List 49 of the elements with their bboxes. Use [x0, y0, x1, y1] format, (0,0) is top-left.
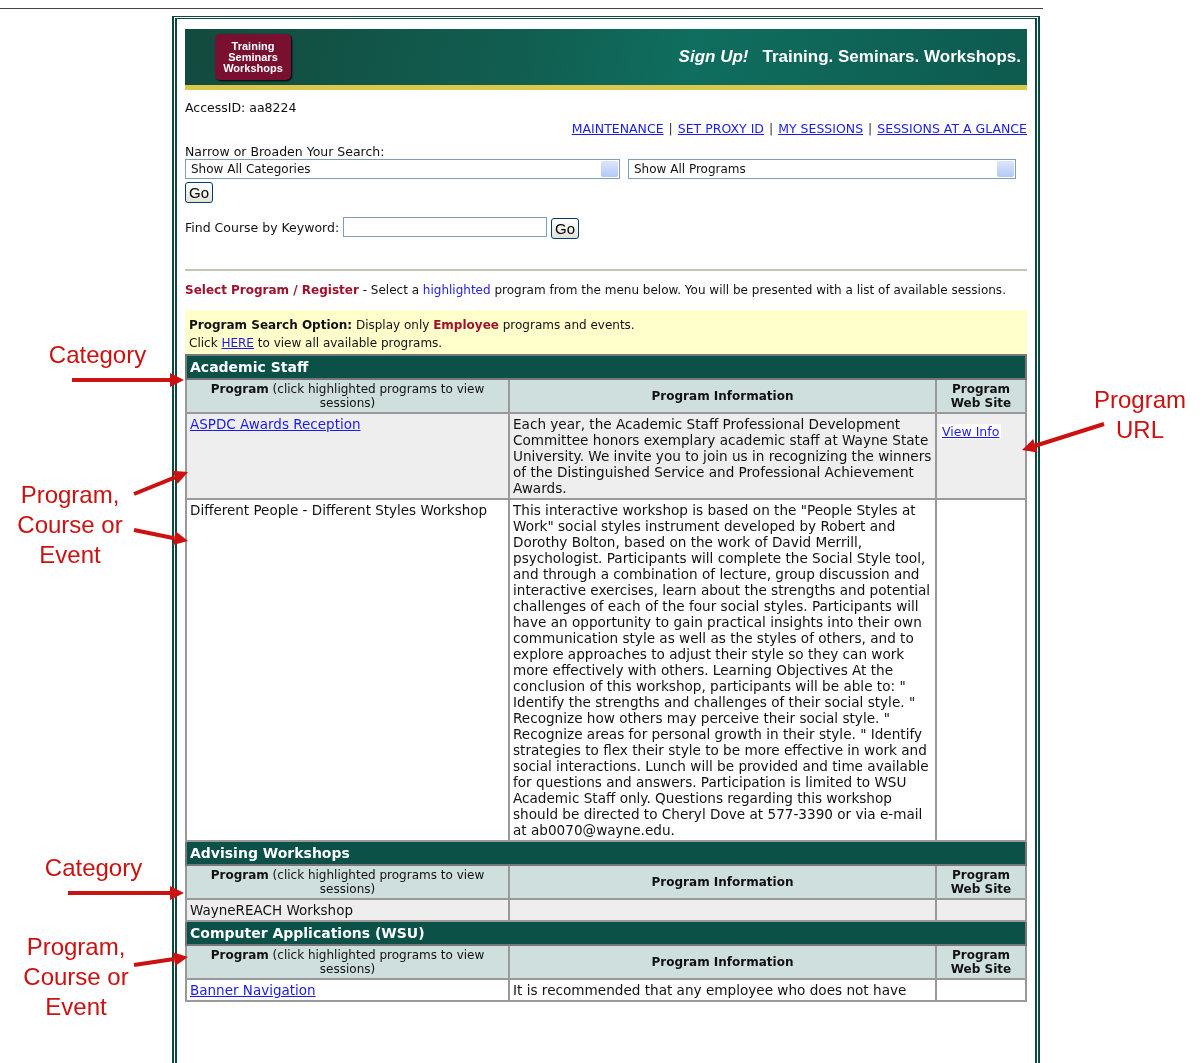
category-dropdown[interactable]: Show All Categories	[185, 159, 620, 179]
nav-link[interactable]: SET PROXY ID	[677, 121, 764, 136]
callout-label: Program URL	[1093, 385, 1187, 445]
program-name: WayneREACH Workshop	[190, 902, 353, 918]
callout-arrow	[133, 528, 188, 546]
column-header: Program Information	[509, 945, 936, 979]
search-label: Narrow or Broaden Your Search:	[185, 144, 386, 159]
instructions: Select Program / Register - Select a highlighted program from the menu below. You will be presented with a list of available sessions.	[185, 283, 1007, 297]
column-header: Program Information	[509, 379, 936, 413]
column-header: Program Web Site	[936, 379, 1026, 413]
access-id: AccessID: aa8224	[185, 100, 298, 115]
callout-arrow	[133, 470, 188, 496]
category-header: Advising Workshops	[186, 841, 1026, 865]
column-header: Program Web Site	[936, 865, 1026, 899]
program-link[interactable]: ASPDC Awards Reception	[190, 416, 361, 432]
link-separator: |	[868, 121, 873, 136]
nav-link[interactable]: SESSIONS AT A GLANCE	[877, 121, 1027, 136]
callout-label: Category	[43, 853, 144, 883]
tagline: Training. Seminars. Workshops.	[762, 47, 1021, 67]
link-separator: |	[769, 121, 774, 136]
callout-arrow	[133, 952, 188, 967]
here-link[interactable]: HERE	[221, 336, 254, 350]
column-header: Program (click highlighted programs to view sessions)	[186, 865, 509, 899]
program-info: Each year, the Academic Staff Professional Development Committee honors exemplary academic staff at Wayne State University. We invite you to join us in recognizing the winners of the Distinguished Service and Professional Achievement Awards.	[513, 416, 932, 496]
nav-link[interactable]: MY SESSIONS	[778, 121, 864, 136]
category-header: Computer Applications (WSU)	[186, 921, 1026, 945]
program-name: Different People - Different Styles Workshop	[190, 502, 488, 518]
column-header: Program Web Site	[936, 945, 1026, 979]
go-button[interactable]: Go	[551, 218, 580, 239]
nav-link[interactable]: MAINTENANCE	[571, 121, 664, 136]
view-info-link[interactable]: View Info	[940, 424, 1002, 439]
column-header: Program Information	[509, 865, 936, 899]
column-header: Program (click highlighted programs to view sessions)	[186, 379, 509, 413]
program-dropdown[interactable]: Show All Programs	[628, 159, 1016, 179]
callout-label: Category	[47, 340, 148, 370]
column-header: Program (click highlighted programs to view sessions)	[186, 945, 509, 979]
category-header: Academic Staff	[186, 355, 1026, 379]
callout-label: Program, Course or Event	[16, 480, 124, 570]
keyword-label: Find Course by Keyword:	[185, 219, 340, 235]
tagline-lead: Sign Up!	[678, 47, 749, 67]
notice-text: Click HERE to view all available programs.	[189, 335, 444, 352]
logo[interactable]: Training Seminars Workshops	[215, 34, 291, 80]
callout-label: Program, Course or Event	[22, 932, 130, 1022]
keyword-field[interactable]	[343, 217, 548, 237]
link-separator: |	[668, 121, 673, 136]
program-info: It is recommended that any employee who does not have	[513, 982, 907, 998]
go-button[interactable]: Go	[185, 182, 213, 203]
notice-text: Program Search Option: Display only Employee programs and events.	[189, 317, 636, 334]
program-info: This interactive workshop is based on the "People Styles at Work" social styles instrument developed by Robert and Dorothy Bolton, based on the work of David Merrill, psychologist. Participants will complete the Social Style tool, and through a combination of lecture, group discussion and interactive exercises, learn about the strengths and potential challenges of each of the four social styles. Participants will have an opportunity to gain practical insights into their own communication style as well as the styles of others, and to explore approaches to adjust their style so they can work more effectively with others. Learning Objectives At the conclusion of this workshop, participants will be able to: " Identify the strengths and challenges of their social style. " Recognize how others may perceive their social style. " Recognize areas for personal growth in their style. " Identify strategies to flex their style to be more effective in work and social interactions. Lunch will be provided and time available for questions and answers. Participation is limited to WSU Academic Staff only. Questions regarding this workshop should be directed to Cheryl Dove at 577-3390 or via e-mail at ab0070@wayne.edu.	[513, 502, 931, 838]
